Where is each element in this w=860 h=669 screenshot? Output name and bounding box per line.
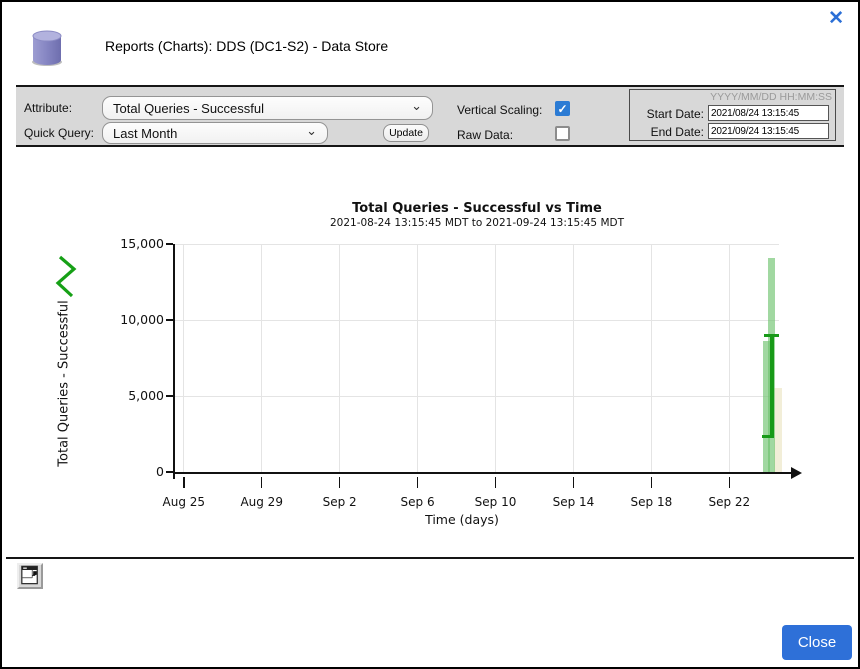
y-tick-label: 0 <box>100 464 164 479</box>
vertical-scaling-label: Vertical Scaling: <box>457 103 542 117</box>
y-tick <box>166 243 173 245</box>
footer-divider <box>6 557 854 559</box>
x-tick <box>339 477 341 488</box>
report-window-icon <box>20 573 40 588</box>
close-button[interactable]: Close <box>782 625 852 660</box>
x-tick-label: Sep 10 <box>466 495 526 509</box>
x-tick-label: Sep 6 <box>388 495 448 509</box>
v-gridline <box>495 244 496 472</box>
quick-query-label: Quick Query: <box>24 126 94 140</box>
attribute-label: Attribute: <box>24 101 72 115</box>
chevron-down-icon: ⌄ <box>306 123 317 139</box>
date-format-hint: YYYY/MM/DD HH:MM:SS <box>710 91 832 103</box>
chart-subtitle: 2021-08-24 13:15:45 MDT to 2021-09-24 13… <box>175 217 779 229</box>
dialog-title: Reports (Charts): DDS (DC1-S2) - Data St… <box>105 38 388 54</box>
area-fill-bar <box>774 388 782 472</box>
average-cap-bottom <box>762 435 774 438</box>
y-tick <box>166 319 173 321</box>
quick-query-select-value: Last Month <box>113 126 300 141</box>
datastore-database-icon <box>30 28 66 73</box>
x-tick <box>729 477 731 488</box>
v-gridline <box>339 244 340 472</box>
y-axis-title: Total Queries - Successful <box>57 264 72 504</box>
end-date-label: End Date: <box>632 125 704 139</box>
x-tick-label: Aug 25 <box>154 495 214 509</box>
y-tick-label: 15,000 <box>100 236 164 251</box>
x-axis-line <box>173 472 791 474</box>
x-tick-label: Sep 22 <box>699 495 759 509</box>
v-gridline <box>261 244 262 472</box>
v-gridline <box>183 244 184 472</box>
v-gridline <box>729 244 730 472</box>
chevron-down-icon: ⌄ <box>411 98 422 114</box>
h-gridline <box>175 320 779 321</box>
raw-data-checkbox[interactable] <box>555 126 570 141</box>
x-axis-title: Time (days) <box>162 512 762 527</box>
x-axis-arrowhead <box>791 467 802 479</box>
start-date-label: Start Date: <box>632 107 704 121</box>
y-tick-label: 10,000 <box>100 312 164 327</box>
x-tick <box>417 477 419 488</box>
open-report-window-button[interactable] <box>17 563 43 589</box>
end-date-input[interactable] <box>708 123 829 139</box>
vertical-scaling-checkbox[interactable]: ✓ <box>555 101 570 116</box>
x-tick-label: Sep 18 <box>621 495 681 509</box>
start-date-input[interactable] <box>708 105 829 121</box>
x-tick <box>183 477 185 488</box>
average-bar <box>770 335 774 437</box>
close-icon[interactable]: ✕ <box>828 8 844 30</box>
v-gridline <box>417 244 418 472</box>
x-tick <box>573 477 575 488</box>
reports-chart-dialog: Reports (Charts): DDS (DC1-S2) - Data St… <box>0 0 860 669</box>
average-cap-top <box>764 334 779 337</box>
v-gridline <box>573 244 574 472</box>
y-tick-label: 5,000 <box>100 388 164 403</box>
x-tick <box>651 477 653 488</box>
chart-title: Total Queries - Successful vs Time <box>175 201 779 216</box>
x-tick <box>495 477 497 488</box>
date-range-box: YYYY/MM/DD HH:MM:SS Start Date: End Date… <box>629 89 836 141</box>
attribute-select[interactable]: Total Queries - Successful ⌄ <box>102 96 433 120</box>
x-tick-label: Aug 29 <box>232 495 292 509</box>
x-tick <box>261 477 263 488</box>
h-gridline <box>175 244 779 245</box>
x-tick-label: Sep 14 <box>543 495 603 509</box>
y-axis-line <box>173 244 175 479</box>
raw-data-label: Raw Data: <box>457 128 513 142</box>
h-gridline <box>175 396 779 397</box>
x-tick-label: Sep 2 <box>310 495 370 509</box>
v-gridline <box>651 244 652 472</box>
attribute-select-value: Total Queries - Successful <box>113 101 405 116</box>
quick-query-select[interactable]: Last Month ⌄ <box>102 122 328 144</box>
y-tick <box>166 395 173 397</box>
update-button[interactable]: Update <box>383 124 429 142</box>
chart-toolbar: Attribute: Total Queries - Successful ⌄ … <box>16 85 844 147</box>
range-bar <box>763 341 770 472</box>
y-tick <box>166 471 173 473</box>
range-bar <box>768 258 775 472</box>
